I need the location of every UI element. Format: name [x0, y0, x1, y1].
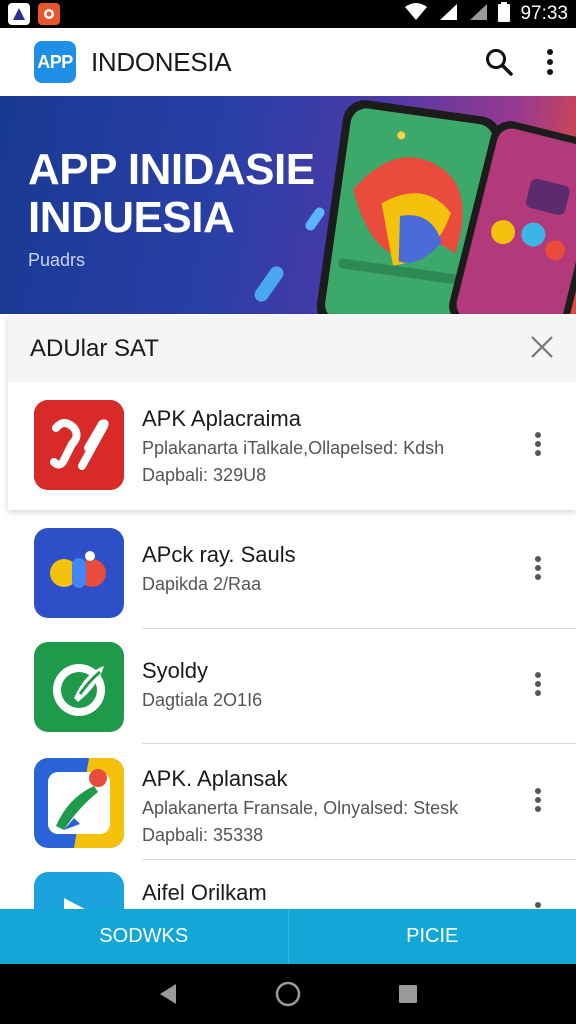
notification-app-icon [8, 3, 30, 25]
more-vert-icon [535, 902, 541, 908]
back-button[interactable] [158, 983, 178, 1005]
app-info: Aifel Orilkam [142, 880, 267, 906]
divider [142, 628, 576, 629]
app-meta: Dapbali: 35338 [142, 825, 264, 845]
battery-icon [498, 1, 511, 27]
app-info: Syoldy Dagtiala 2O1I6 [142, 658, 262, 711]
app-info: APK. Aplansak Aplakanerta Fransale, Olny… [142, 766, 458, 846]
recents-icon [399, 985, 417, 1003]
tab-sodwks[interactable]: SODWKS [0, 909, 288, 964]
bottom-tab-bar: SODWKS PICIE [0, 909, 576, 964]
app-meta: Dapikda 2/Raa [142, 574, 262, 594]
more-vert-icon [535, 672, 541, 696]
home-icon [275, 981, 301, 1007]
app-title: INDONESIA [91, 46, 232, 77]
ad-header-title: ADUlar SAT [30, 335, 159, 362]
app-info: APK Aplacraima Pplakanarta iTalkale,Olla… [142, 406, 444, 486]
divider [142, 743, 576, 744]
signal-icon [438, 3, 458, 26]
recents-button[interactable] [398, 984, 418, 1004]
banner-title-line: INDUESIA [28, 193, 235, 242]
item-menu-button[interactable] [534, 902, 548, 909]
signal-icon [468, 3, 488, 26]
back-icon [160, 984, 176, 1004]
banner-caption: Puadrs [28, 250, 86, 270]
app-title: APK Aplacraima [142, 406, 301, 431]
ad-header: ADUlar SAT [8, 316, 576, 382]
app-icon [34, 758, 124, 848]
close-ad-button[interactable] [530, 335, 554, 364]
app-description: Pplakanarta iTalkale,Ollapelsed: Kdsh [142, 438, 445, 458]
app-title: Syoldy [142, 658, 209, 683]
item-menu-button[interactable] [534, 672, 548, 701]
app-title: APck ray. Sauls [142, 542, 296, 567]
app-logo: APP [34, 41, 76, 83]
close-icon [531, 335, 553, 358]
wifi-icon [404, 2, 428, 26]
app-title: APK. Aplansak [142, 766, 288, 791]
status-time: 97:33 [520, 3, 568, 24]
search-icon [486, 49, 513, 76]
app-list-item[interactable]: Syoldy Dagtiala 2O1I6 [8, 642, 576, 742]
more-vert-icon [535, 788, 541, 812]
app-meta: Dapbali: 329U8 [142, 465, 267, 485]
app-info: APck ray. Sauls Dapikda 2/Raa [142, 542, 296, 595]
notification-app-icon [38, 3, 60, 25]
app-list-item[interactable]: APck ray. Sauls Dapikda 2/Raa [8, 526, 576, 626]
status-bar: 97:33 [0, 0, 576, 28]
app-title: Aifel Orilkam [142, 880, 267, 905]
tab-picie[interactable]: PICIE [287, 909, 576, 964]
promo-banner[interactable]: APP INIDASIE INDUESIA Puadrs [0, 96, 576, 314]
ad-app-item[interactable]: APK Aplacraima Pplakanarta iTalkale,Olla… [8, 398, 576, 498]
app-meta: Dagtiala 2O1I6 [142, 690, 263, 710]
app-icon [34, 400, 124, 490]
banner-title-line: APP INIDASIE [28, 145, 315, 194]
banner-title: APP INIDASIE INDUESIA [28, 146, 348, 242]
app-list-item[interactable]: Aifel Orilkam [8, 872, 576, 909]
more-vert-icon [535, 432, 541, 456]
app-list-item[interactable]: APK. Aplansak Aplakanerta Fransale, Olny… [8, 758, 576, 858]
app-icon [34, 872, 124, 909]
more-vert-icon [535, 556, 541, 580]
app-bar: APP INDONESIA [0, 28, 576, 96]
item-menu-button[interactable] [534, 788, 548, 817]
app-description: Aplakanerta Fransale, Olnyalsed: Stesk [142, 798, 459, 818]
system-nav-bar [0, 964, 576, 1024]
item-menu-button[interactable] [534, 556, 548, 585]
app-icon [34, 528, 124, 618]
overflow-menu-button[interactable] [546, 48, 554, 76]
search-button[interactable] [484, 47, 514, 77]
app-icon [34, 642, 124, 732]
item-menu-button[interactable] [534, 432, 548, 461]
home-button[interactable] [274, 980, 302, 1008]
more-vert-icon [547, 49, 553, 75]
divider [142, 859, 576, 860]
